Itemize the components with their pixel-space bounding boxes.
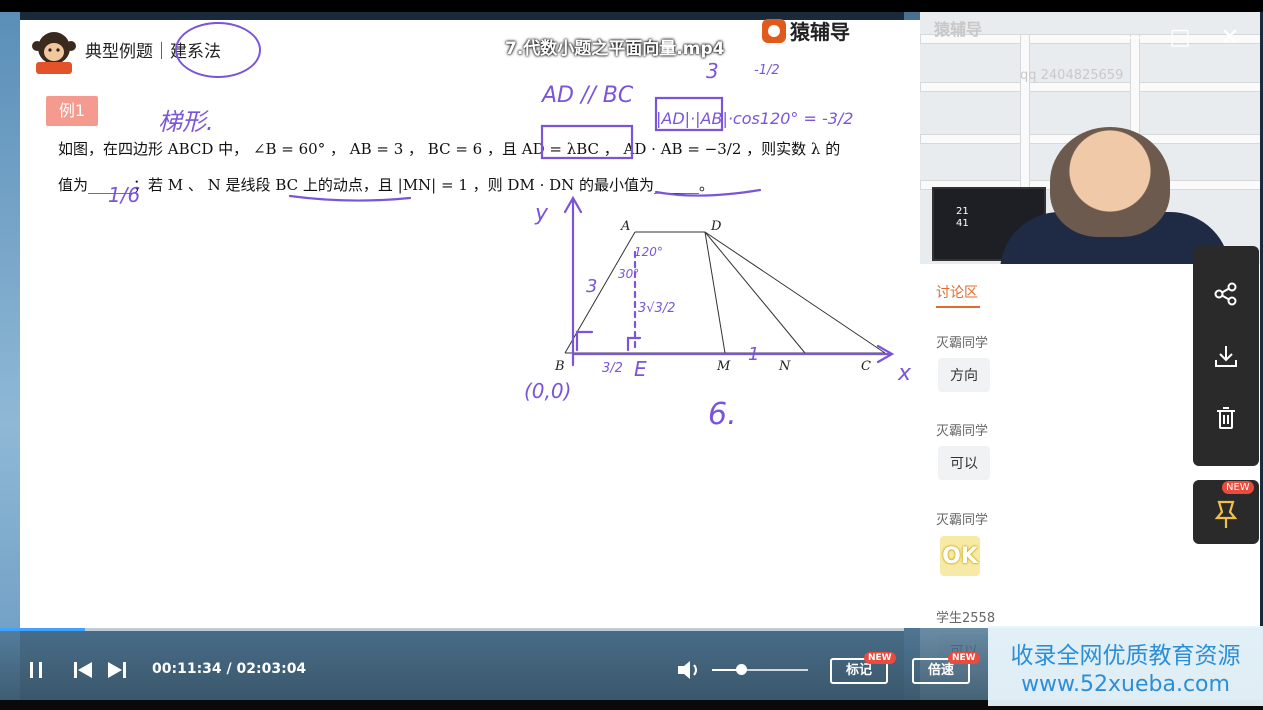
site-watermark-url: www.52xueba.com [1021, 672, 1230, 697]
volume-icon[interactable] [676, 658, 702, 682]
ink-dot-formula: |AD|·|AB|·cos120° = -3/2 [656, 109, 853, 128]
lecture-slide: 典型例题｜建系法 例1 如图，在四边形 ABCD 中， ∠B = 60° ， A… [20, 20, 920, 628]
label-d: D [710, 219, 722, 234]
new-badge: NEW [948, 652, 980, 664]
ink-box-product [654, 96, 724, 132]
ink-analysis: 梯形. [158, 108, 214, 136]
ok-sticker: OK [940, 536, 980, 576]
segment-ba [564, 231, 636, 354]
time-total: 02:03:04 [236, 661, 307, 677]
new-badge: NEW [1222, 481, 1254, 494]
brand-logo: 猿辅导 [762, 16, 850, 45]
webcam-watermark: 猿辅导 [934, 20, 983, 39]
mascot-logo-icon [32, 32, 76, 74]
next-icon[interactable] [106, 660, 128, 680]
geometry-diagram: A D B M N C [554, 219, 886, 374]
example-badge: 例1 [46, 96, 98, 126]
ink-underline-bc [288, 194, 412, 202]
close-icon[interactable]: ✕ [1218, 26, 1242, 50]
new-badge: NEW [864, 652, 896, 664]
time-separator: / [221, 661, 237, 677]
prev-icon[interactable] [72, 660, 94, 680]
pause-icon[interactable] [26, 660, 46, 680]
time-current: 00:11:34 [152, 661, 222, 677]
brand-name: 猿辅导 [790, 20, 850, 44]
label-b: B [554, 359, 565, 374]
ink-three: 3 [706, 59, 719, 83]
delete-icon[interactable] [1193, 390, 1259, 446]
monitor-text: 21 41 [956, 206, 969, 229]
download-icon[interactable] [1193, 328, 1259, 384]
maximize-icon[interactable]: □ [1168, 26, 1192, 50]
label-a: A [620, 219, 630, 234]
comment-user: 学生2558 [936, 611, 996, 626]
time-display: 00:11:34 / 02:03:04 [152, 661, 306, 677]
ink-circle-annotation [175, 22, 261, 78]
comment-user: 灭霸同学 [936, 424, 989, 439]
tab-discussion[interactable]: 讨论区 [936, 282, 978, 302]
problem-text-line-2: 值为______；若 M 、 N 是线段 BC 上的动点，且 |MN| = 1 … [58, 176, 715, 194]
ink-ad-parallel-bc: AD // BC [540, 83, 634, 108]
teacher-head [1050, 127, 1170, 237]
segment-dc [704, 231, 886, 354]
minimize-icon[interactable]: — [1118, 26, 1142, 50]
comment-bubble: 方向 [938, 358, 990, 392]
webcam-qq-watermark: qq 2404825659 [1020, 68, 1124, 83]
segment-dn [704, 231, 806, 354]
label-c: C [861, 359, 871, 374]
side-toolbar [1193, 246, 1259, 466]
left-background [0, 12, 20, 700]
window-top-bar [0, 0, 1263, 12]
ink-minus-half: -1/2 [754, 63, 780, 78]
progress-bar[interactable] [0, 628, 904, 631]
progress-fill [0, 628, 85, 631]
comment-bubble: 可以 [938, 446, 990, 480]
site-watermark: 收录全网优质教育资源 www.52xueba.com [988, 626, 1263, 706]
video-title: 7.代数小题之平面向量.mp4 [505, 39, 725, 59]
site-watermark-slogan: 收录全网优质教育资源 [1010, 643, 1241, 669]
segment-dm [704, 231, 726, 354]
volume-knob[interactable] [735, 664, 747, 675]
brand-icon [762, 18, 786, 43]
window-controls: — □ ✕ [1118, 26, 1242, 50]
comment-user: 灭霸同学 [936, 336, 989, 351]
label-m: M [716, 359, 731, 374]
label-n: N [778, 359, 791, 374]
problem-text-line-1: 如图，在四边形 ABCD 中， ∠B = 60° ， AB = 3 ， BC =… [58, 140, 841, 158]
share-icon[interactable] [1193, 266, 1259, 322]
shelf [920, 82, 1260, 92]
tab-active-indicator [936, 306, 980, 308]
comment-user: 灭霸同学 [936, 513, 989, 528]
